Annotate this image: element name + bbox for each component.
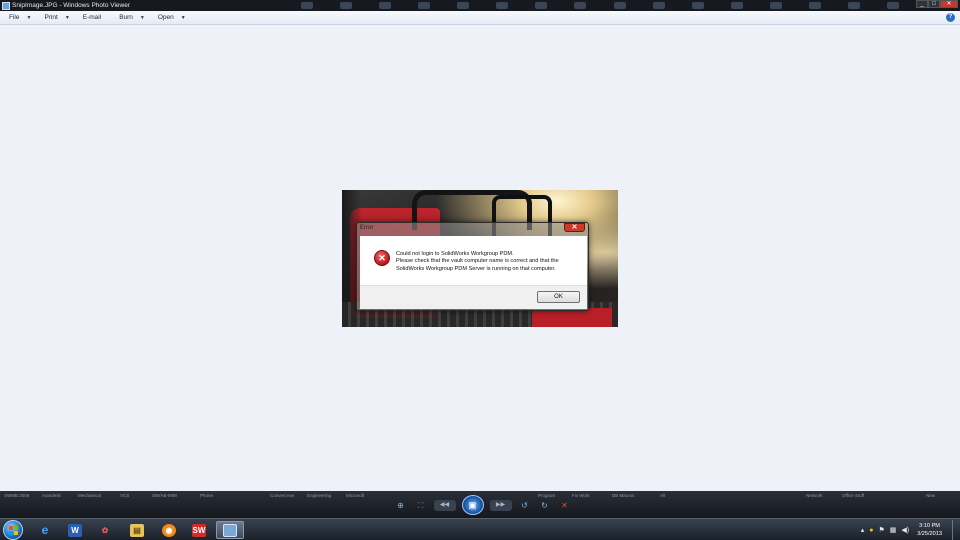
faded-label: Office Stuff <box>842 493 865 498</box>
rotate-cw-icon[interactable]: ↻ <box>538 500 552 511</box>
window-title: SnipImage.JPG - Windows Photo Viewer <box>12 2 131 9</box>
menu-print[interactable]: Print ▼ <box>44 14 69 21</box>
internet-explorer-icon[interactable]: e <box>31 521 59 539</box>
word-icon[interactable]: W <box>61 521 89 539</box>
explorer-icon[interactable]: ▤ <box>123 521 151 539</box>
zoom-icon[interactable]: ⊕ <box>394 500 408 511</box>
menu-burn-label: Burn <box>119 14 133 21</box>
close-window-button[interactable]: ✕ <box>940 0 958 8</box>
title-bar: SnipImage.JPG - Windows Photo Viewer _ □… <box>0 0 960 11</box>
media-icon[interactable]: ◉ <box>155 521 183 539</box>
faded-label: VCS <box>120 493 130 498</box>
system-tray: ▴ ● ⚑ ▦ ◀) 3:10 PM 3/25/2013 <box>861 520 960 540</box>
network-icon[interactable]: ▦ <box>890 526 897 534</box>
faded-label: Autodesk <box>42 493 61 498</box>
chevron-down-icon: ▼ <box>26 14 32 21</box>
next-icon[interactable]: ▶▶ <box>489 499 512 511</box>
solidworks-icon[interactable]: SW <box>185 521 213 539</box>
error-message: Could not login to SolidWorks Workgroup … <box>396 251 584 273</box>
faded-label: New <box>926 493 936 498</box>
playback-controls: ⊕ ⛶ ◀◀ ▣ ▶▶ ↺ ↻ ✕ <box>385 495 580 515</box>
faded-label: SW/AB-IMM <box>152 493 177 498</box>
chevron-down-icon: ▼ <box>180 14 186 21</box>
menu-burn[interactable]: Burn ▼ <box>119 14 145 21</box>
photo-viewer-control-bar: SWMB 2006 Autodesk Mechanical VCS SW/AB-… <box>0 491 960 518</box>
photo-viewer-icon[interactable] <box>216 521 244 539</box>
dialog-body: ✕ Could not login to SolidWorks Workgrou… <box>360 236 587 285</box>
slideshow-icon[interactable]: ▣ <box>461 495 484 515</box>
windows-taskbar: e W ✿ ▤ ◉ SW ▴ ● ⚑ ▦ ◀) 3:10 PM 3/25/201… <box>0 518 960 540</box>
chevron-down-icon: ▼ <box>64 14 70 21</box>
delete-icon[interactable]: ✕ <box>558 500 572 511</box>
background-toolbar-strip <box>300 2 900 9</box>
faded-label: Convert.exe <box>270 493 295 498</box>
faded-label: DB Macros <box>612 493 635 498</box>
start-button[interactable] <box>3 520 23 540</box>
error-dialog: Error ✕ ✕ Could not login to SolidWorks … <box>356 222 589 311</box>
clock-time: 3:10 PM <box>919 523 940 529</box>
faded-label: Microsoft <box>346 493 365 498</box>
faded-label: Phone <box>200 493 214 498</box>
menu-open-label: Open <box>157 14 174 21</box>
window-controls: _ □ ✕ <box>916 0 958 8</box>
menu-email-label: E-mail <box>82 14 102 21</box>
show-hidden-icon[interactable]: ▴ <box>861 526 865 534</box>
show-desktop-button[interactable] <box>952 520 960 540</box>
norton-icon[interactable]: ● <box>869 527 873 534</box>
faded-label: Network <box>806 493 823 498</box>
menu-file[interactable]: File ▼ <box>9 14 31 21</box>
previous-icon[interactable]: ◀◀ <box>433 499 456 511</box>
error-icon: ✕ <box>374 250 390 266</box>
faded-label: Mechanical <box>78 493 101 498</box>
actual-size-icon[interactable]: ⛶ <box>414 500 428 511</box>
volume-icon[interactable]: ◀) <box>901 526 909 534</box>
rotate-ccw-icon[interactable]: ↺ <box>518 500 532 511</box>
clock-date: 3/25/2013 <box>917 531 942 537</box>
menu-email[interactable]: E-mail <box>83 14 101 21</box>
dialog-footer: OK <box>360 285 587 309</box>
maximize-button[interactable]: □ <box>928 0 940 8</box>
minimize-button[interactable]: _ <box>916 0 928 8</box>
menu-file-label: File <box>9 14 20 21</box>
menu-bar: File ▼ Print ▼ E-mail Burn ▼ Open ▼ ? <box>0 11 960 25</box>
photo-viewer-app-icon <box>2 1 10 10</box>
faded-label: Alt <box>660 493 666 498</box>
faded-label: SWMB 2006 <box>4 493 30 498</box>
help-icon[interactable]: ? <box>946 13 955 22</box>
paint-icon[interactable]: ✿ <box>91 521 119 539</box>
dialog-title: Error <box>360 225 374 231</box>
error-message-line2: Please check that the vault computer nam… <box>396 258 559 272</box>
error-message-line1: Could not login to SolidWorks Workgroup … <box>396 251 514 257</box>
ok-button: OK <box>537 291 580 303</box>
faded-label: Engineering <box>307 493 332 498</box>
clock[interactable]: 3:10 PM 3/25/2013 <box>917 522 942 538</box>
menu-open[interactable]: Open ▼ <box>158 14 186 21</box>
menu-print-label: Print <box>44 14 58 21</box>
chevron-down-icon: ▼ <box>139 14 145 21</box>
action-center-flag-icon[interactable]: ⚑ <box>878 526 884 534</box>
dialog-close-icon: ✕ <box>564 223 585 232</box>
